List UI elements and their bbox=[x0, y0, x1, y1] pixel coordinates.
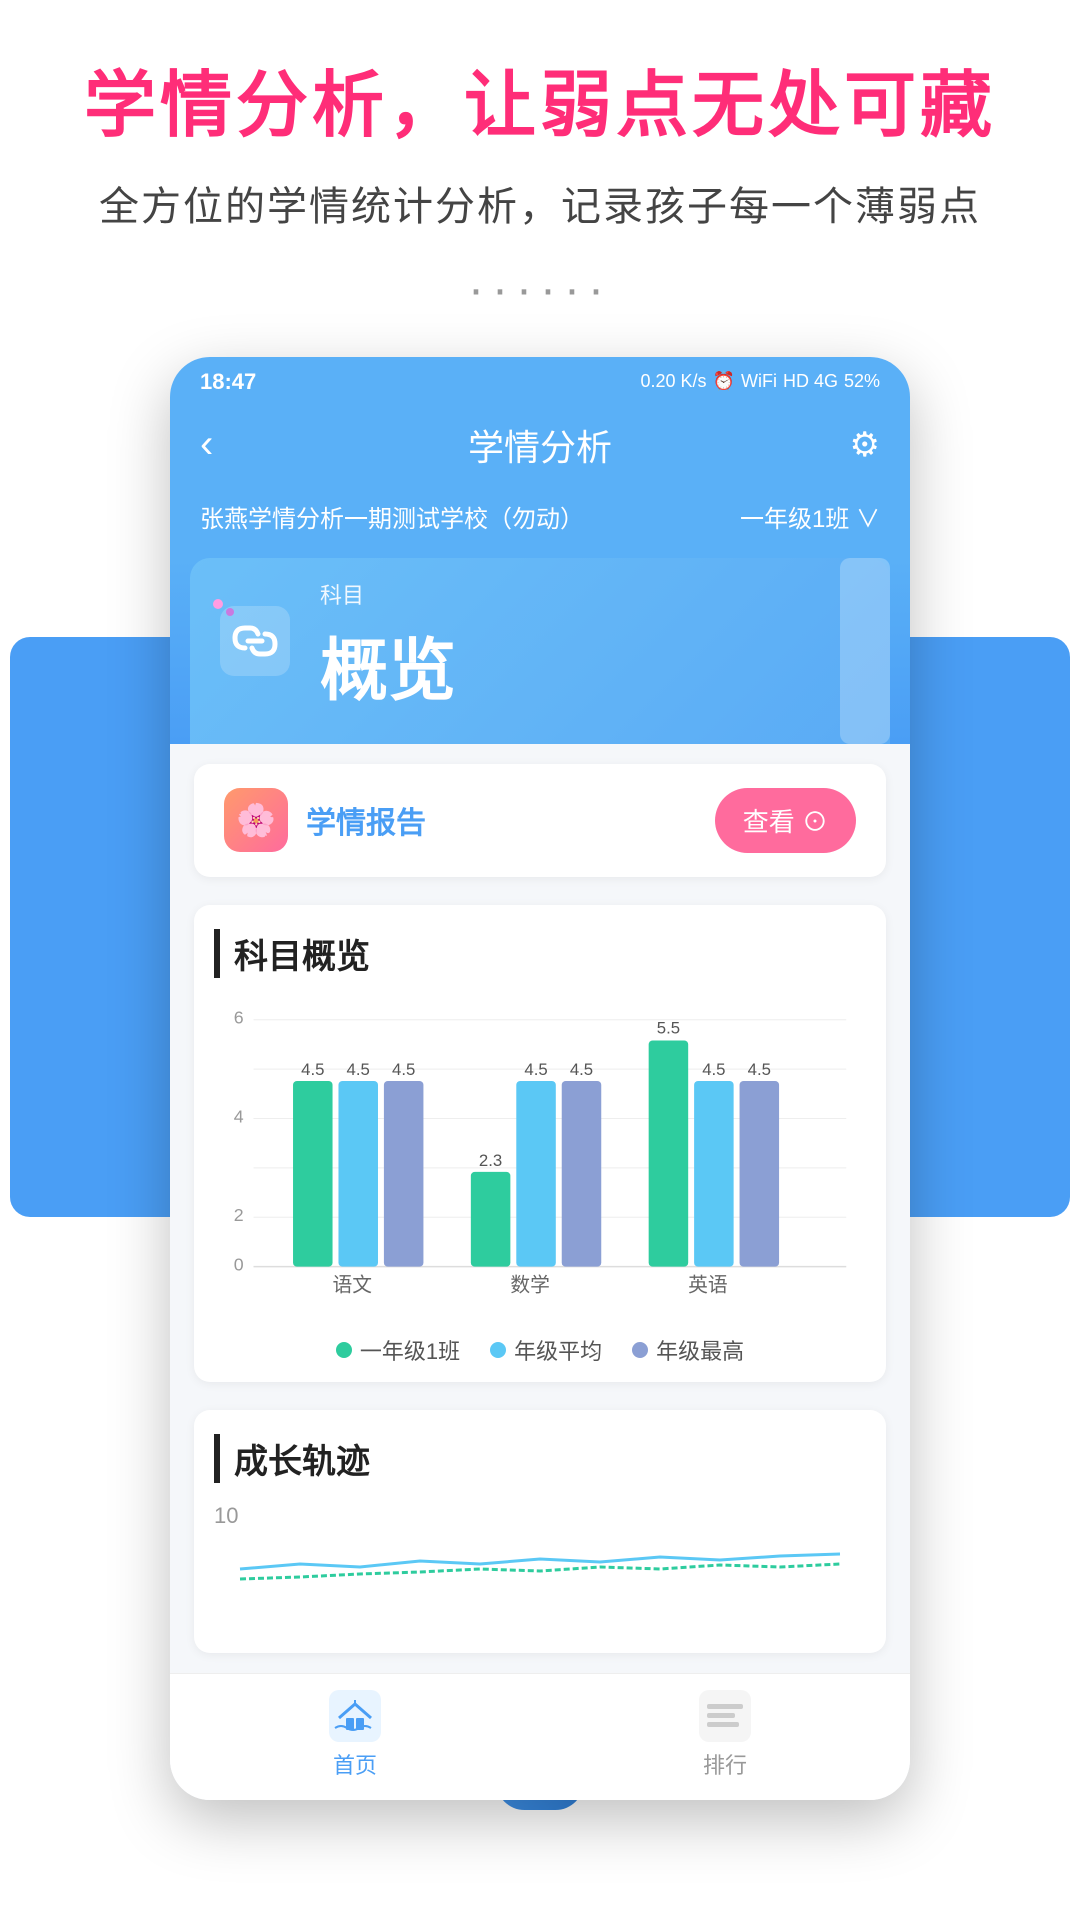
headline-area: 学情分析，让弱点无处可藏 全方位的学情统计分析，记录孩子每一个薄弱点 ·····… bbox=[0, 0, 1080, 357]
legend-label-max: 年级最高 bbox=[656, 1334, 744, 1366]
subject-chart-container: 科目概览 6 4 2 0 bbox=[194, 905, 886, 1382]
legend-label-avg: 年级平均 bbox=[514, 1334, 602, 1366]
tab-large-label: 概览 bbox=[320, 615, 456, 714]
legend-grade-max: 年级最高 bbox=[632, 1334, 744, 1366]
dots-decoration: ······ bbox=[40, 262, 1040, 317]
nav-title: 学情分析 bbox=[468, 419, 612, 471]
growth-chart-area bbox=[214, 1529, 866, 1629]
status-time: 18:47 bbox=[200, 369, 256, 395]
bottom-nav: 首页 排行 bbox=[170, 1673, 910, 1800]
growth-y-label: 10 bbox=[214, 1503, 866, 1529]
status-icons: 0.20 K/s ⏰ WiFi HD 4G 52% bbox=[641, 371, 881, 392]
svg-text:语文: 语文 bbox=[333, 1274, 373, 1296]
svg-text:4.5: 4.5 bbox=[524, 1060, 547, 1079]
growth-title: 成长轨迹 bbox=[214, 1434, 866, 1483]
network-speed: 0.20 K/s bbox=[641, 371, 707, 392]
tab-small-label: 科目 bbox=[320, 578, 456, 610]
dots-decoration-icon bbox=[212, 598, 242, 628]
headline-title: 学情分析，让弱点无处可藏 bbox=[40, 60, 1040, 154]
svg-text:4.5: 4.5 bbox=[702, 1060, 725, 1079]
nav-rank[interactable]: 排行 bbox=[699, 1690, 751, 1780]
report-title: 学情报告 bbox=[306, 798, 426, 842]
svg-text:2.3: 2.3 bbox=[479, 1150, 502, 1169]
rank-icon bbox=[699, 1690, 751, 1742]
main-content: 🌸 学情报告 查看 ⊙ 科目概览 bbox=[170, 744, 910, 1673]
headline-subtitle: 全方位的学情统计分析，记录孩子每一个薄弱点 bbox=[40, 174, 1040, 232]
back-button[interactable]: ‹ bbox=[200, 422, 213, 467]
subject-chart-title: 科目概览 bbox=[214, 929, 866, 978]
svg-text:4.5: 4.5 bbox=[392, 1060, 415, 1079]
navigation-bar: ‹ 学情分析 ⚙ bbox=[170, 403, 910, 491]
view-report-button[interactable]: 查看 ⊙ bbox=[715, 788, 856, 853]
legend-dot-max bbox=[632, 1342, 648, 1358]
subject-chart-area: 6 4 2 0 4.5 4.5 4.5 bbox=[214, 998, 866, 1318]
school-name: 张燕学情分析一期测试学校（勿动） bbox=[200, 499, 584, 534]
alarm-icon: ⏰ bbox=[713, 371, 735, 392]
tab-icon-area bbox=[220, 606, 300, 686]
report-card: 🌸 学情报告 查看 ⊙ bbox=[194, 764, 886, 877]
svg-text:4.5: 4.5 bbox=[301, 1060, 324, 1079]
legend-dot-avg bbox=[490, 1342, 506, 1358]
settings-icon[interactable]: ⚙ bbox=[850, 425, 880, 465]
legend-grade-avg: 年级平均 bbox=[490, 1334, 602, 1366]
report-left: 🌸 学情报告 bbox=[224, 788, 426, 852]
svg-text:4: 4 bbox=[234, 1106, 244, 1126]
svg-text:0: 0 bbox=[234, 1254, 244, 1274]
svg-text:5.5: 5.5 bbox=[657, 1018, 680, 1037]
svg-text:英语: 英语 bbox=[688, 1274, 728, 1296]
rank-label: 排行 bbox=[703, 1748, 747, 1780]
signal-icon: HD 4G bbox=[783, 371, 838, 392]
status-bar: 18:47 0.20 K/s ⏰ WiFi HD 4G 52% bbox=[170, 357, 910, 403]
tab-card[interactable]: 科目 概览 bbox=[190, 558, 890, 744]
school-bar: 张燕学情分析一期测试学校（勿动） 一年级1班 ∨ bbox=[170, 491, 910, 558]
svg-text:4.5: 4.5 bbox=[347, 1060, 370, 1079]
legend-dot-class bbox=[336, 1342, 352, 1358]
phone-mockup: 18:47 0.20 K/s ⏰ WiFi HD 4G 52% ‹ 学情分析 ⚙… bbox=[170, 357, 910, 1800]
legend-label-class: 一年级1班 bbox=[360, 1334, 460, 1366]
svg-text:4.5: 4.5 bbox=[570, 1060, 593, 1079]
growth-chart-svg bbox=[214, 1529, 866, 1609]
battery-icon: 52% bbox=[844, 371, 880, 392]
tab-peek bbox=[840, 558, 890, 744]
home-icon bbox=[329, 1690, 381, 1742]
wifi-icon: WiFi bbox=[741, 371, 777, 392]
tab-area: 科目 概览 bbox=[170, 558, 910, 744]
svg-text:数学: 数学 bbox=[510, 1274, 550, 1296]
class-selector[interactable]: 一年级1班 ∨ bbox=[740, 499, 880, 534]
svg-text:6: 6 bbox=[234, 1007, 244, 1027]
legend-class: 一年级1班 bbox=[336, 1334, 460, 1366]
nav-home[interactable]: 首页 bbox=[329, 1690, 381, 1780]
svg-text:4.5: 4.5 bbox=[748, 1060, 771, 1079]
growth-section: 成长轨迹 10 bbox=[194, 1410, 886, 1653]
svg-text:2: 2 bbox=[234, 1205, 244, 1225]
growth-max-y: 10 bbox=[214, 1503, 238, 1529]
subject-chart-svg: 6 4 2 0 4.5 4.5 4.5 bbox=[214, 998, 866, 1318]
phone-frame: 18:47 0.20 K/s ⏰ WiFi HD 4G 52% ‹ 学情分析 ⚙… bbox=[170, 357, 910, 1800]
chart-legend: 一年级1班 年级平均 年级最高 bbox=[214, 1334, 866, 1366]
report-icon: 🌸 bbox=[224, 788, 288, 852]
home-label: 首页 bbox=[333, 1748, 377, 1780]
